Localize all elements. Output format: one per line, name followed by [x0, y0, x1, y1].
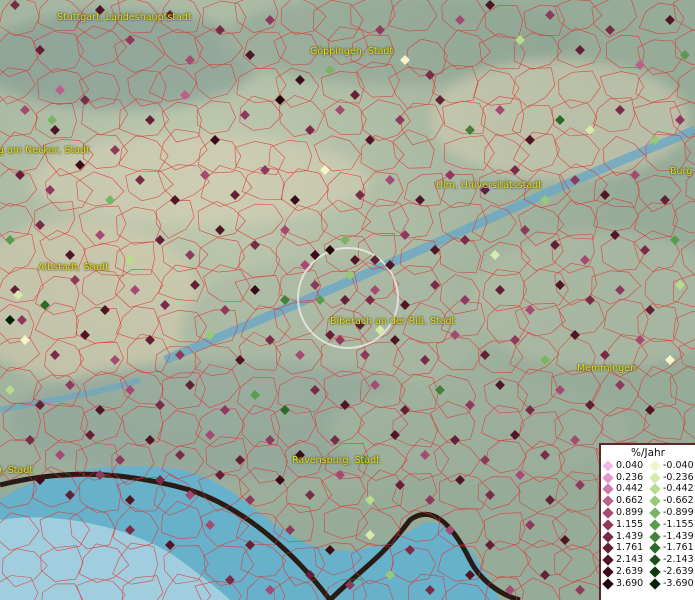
legend-swatch	[602, 566, 614, 578]
legend-entry: 0.442	[601, 483, 648, 496]
legend-swatch	[602, 519, 614, 531]
legend-entry: -1.439	[648, 531, 695, 543]
legend-label: -0.040	[663, 459, 694, 471]
legend-entry: -3.690	[648, 578, 695, 590]
legend-entry: -0.442	[648, 483, 695, 496]
legend-label: -1.761	[663, 542, 694, 554]
legend-label: 1.761	[616, 542, 644, 554]
legend-negative-column: -0.040 -0.236 -0.442 -0.662 -0.899 -1.155 -1.4…	[648, 460, 695, 590]
legend-label: 2.143	[616, 554, 644, 566]
legend-swatch	[602, 495, 614, 507]
legend-entry: -1.761	[648, 542, 695, 555]
map-basemap	[0, 0, 695, 600]
legend-entry: 1.761	[601, 542, 648, 555]
legend-label: -0.899	[663, 507, 694, 519]
legend-label: -2.639	[663, 566, 694, 578]
legend-entry: 2.143	[601, 554, 648, 566]
legend-entry: 0.899	[601, 507, 648, 519]
legend-swatch	[602, 531, 614, 543]
map-view[interactable]: Stuttgart, Landeshauptstadt Göppingen, St…	[0, 0, 695, 600]
legend-label: 2.639	[616, 566, 644, 578]
legend-label: 0.662	[616, 495, 644, 507]
legend-swatch	[602, 460, 614, 472]
legend-swatch	[602, 554, 614, 566]
legend-entry: 0.236	[601, 472, 648, 484]
legend-swatch	[649, 483, 661, 496]
legend-label: 1.439	[616, 530, 644, 542]
legend-swatch	[602, 483, 614, 496]
legend-label: -3.690	[663, 577, 694, 589]
legend-entry: -0.040	[648, 460, 695, 472]
legend-swatch	[649, 566, 661, 578]
legend-swatch	[649, 578, 661, 590]
legend-swatch	[649, 531, 661, 543]
legend-label: -0.442	[663, 483, 694, 495]
legend-entry: -2.143	[648, 554, 695, 566]
legend-entry: 0.040	[601, 460, 648, 472]
map-legend: %/Jahr 0.040 0.236 0.442 0.662 0.899 1.155 1.4…	[599, 443, 695, 600]
legend-swatch	[649, 554, 661, 566]
legend-entry: -1.155	[648, 519, 695, 531]
legend-label: 0.442	[616, 483, 644, 495]
legend-entry: 1.155	[601, 519, 648, 531]
legend-swatch	[602, 472, 614, 484]
legend-swatch	[649, 507, 661, 519]
legend-positive-column: 0.040 0.236 0.442 0.662 0.899 1.155 1.439 1.761…	[601, 460, 648, 590]
legend-swatch	[649, 519, 661, 531]
legend-label: -0.662	[663, 495, 694, 507]
legend-swatch	[602, 542, 614, 555]
legend-entry: 1.439	[601, 531, 648, 543]
legend-entry: -0.236	[648, 472, 695, 484]
legend-label: 0.899	[616, 507, 644, 519]
legend-entry: -0.899	[648, 507, 695, 519]
legend-swatch	[602, 578, 614, 590]
legend-title: %/Jahr	[630, 447, 666, 459]
legend-label: -2.143	[663, 554, 694, 566]
legend-swatch	[649, 472, 661, 484]
legend-label: -1.155	[663, 518, 694, 530]
legend-label: -0.236	[663, 471, 694, 483]
legend-entry: 3.690	[601, 578, 648, 590]
legend-label: 0.040	[616, 459, 644, 471]
legend-entry: -2.639	[648, 566, 695, 578]
legend-label: 1.155	[616, 518, 644, 530]
legend-swatch	[649, 495, 661, 507]
legend-swatch	[649, 542, 661, 555]
legend-entry: 0.662	[601, 495, 648, 507]
legend-entry: -0.662	[648, 495, 695, 507]
legend-label: -1.439	[663, 530, 694, 542]
legend-swatch	[649, 460, 661, 472]
legend-label: 3.690	[616, 577, 644, 589]
legend-swatch	[602, 507, 614, 519]
legend-label: 0.236	[616, 471, 644, 483]
legend-entry: 2.639	[601, 566, 648, 578]
